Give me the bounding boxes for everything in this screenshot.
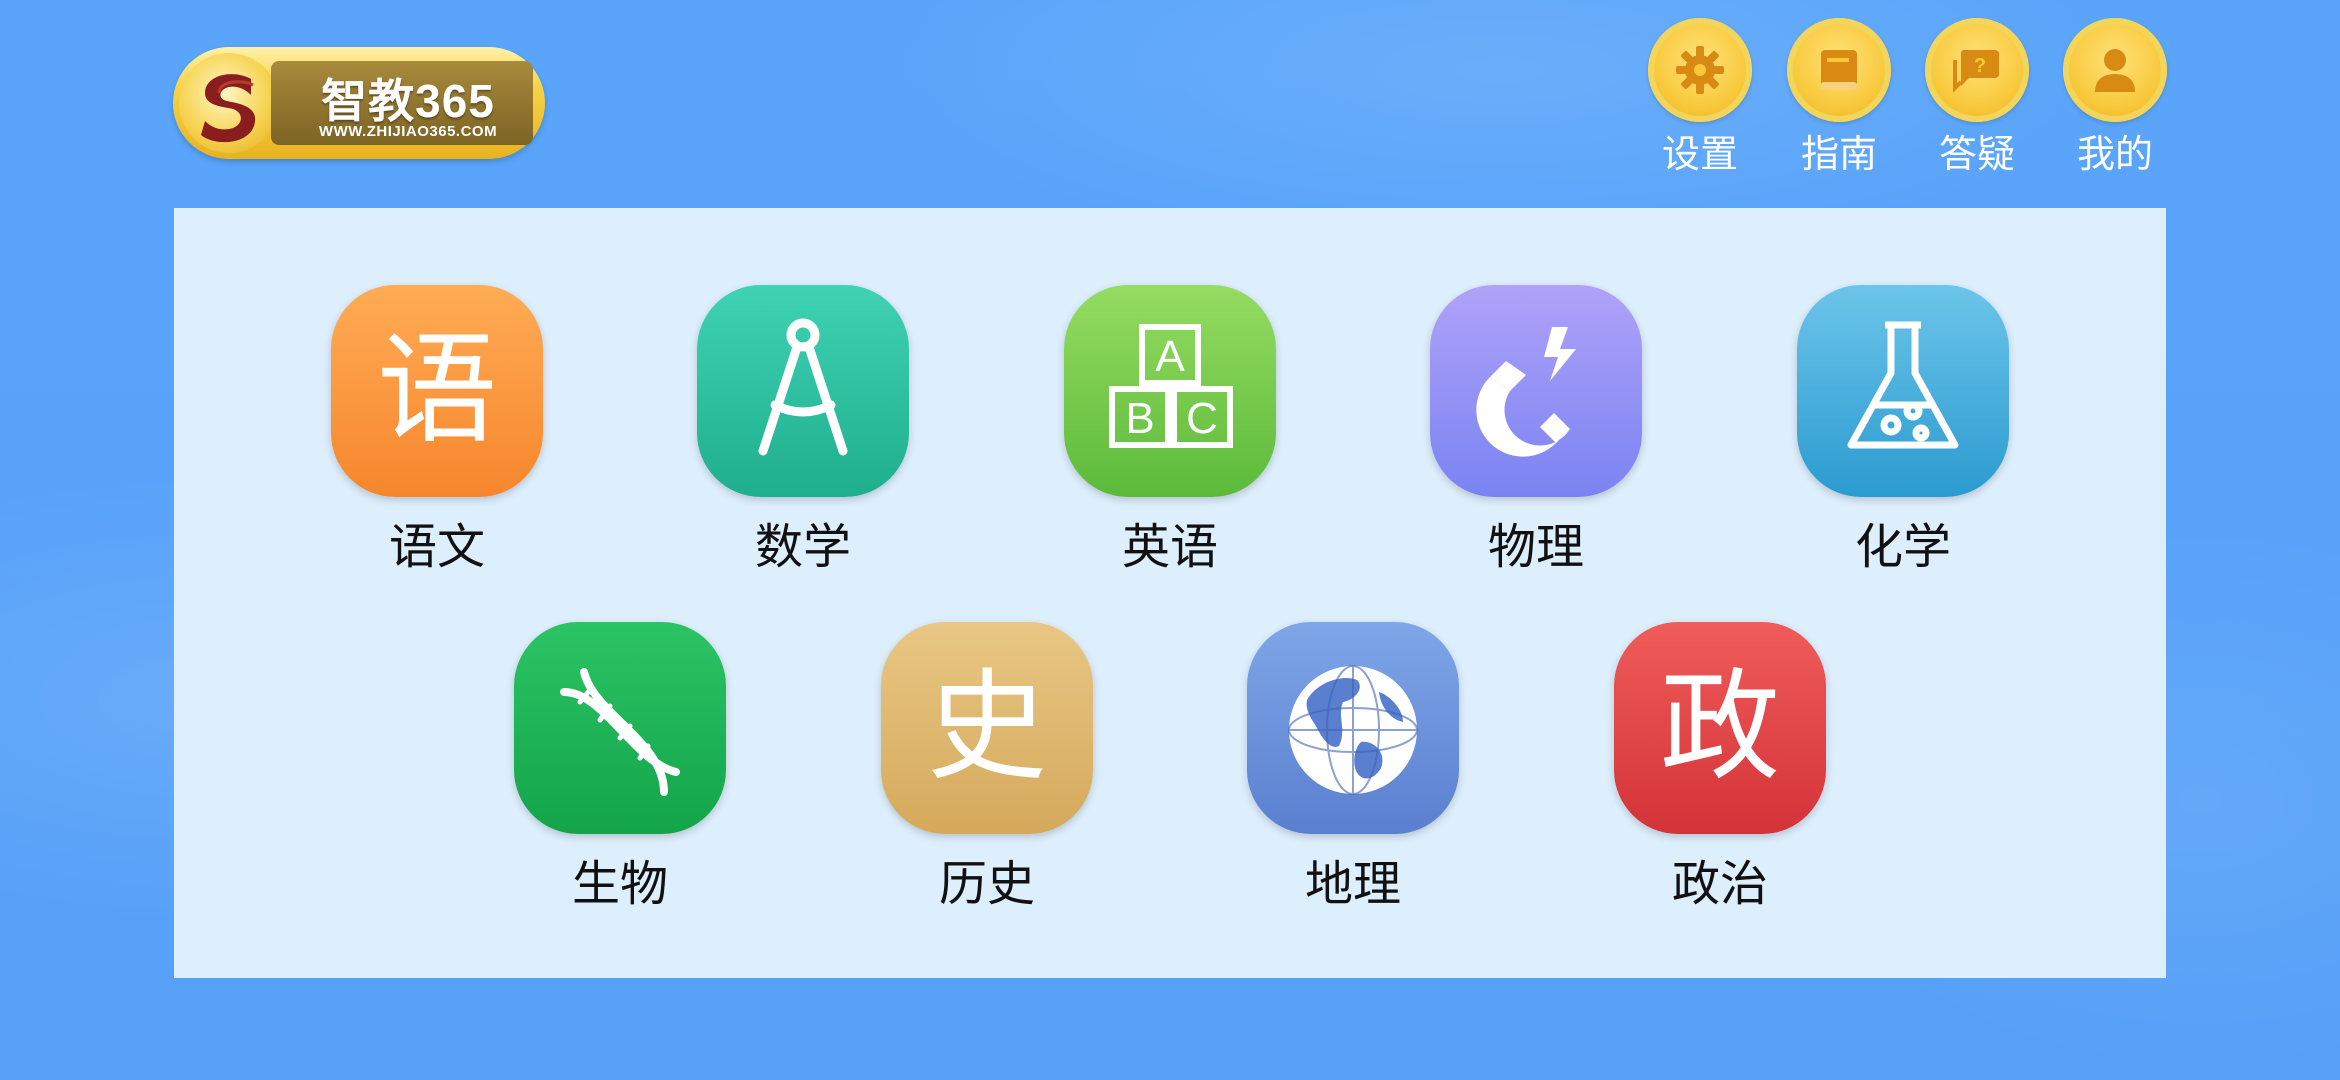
subject-physics[interactable]: 物理	[1426, 285, 1646, 575]
subject-geography[interactable]: 地理	[1243, 622, 1463, 912]
subject-history[interactable]: 史 历史	[877, 622, 1097, 912]
subject-label: 地理	[1304, 856, 1401, 912]
user-icon	[2063, 18, 2167, 122]
subject-biology[interactable]: 生物	[510, 622, 730, 912]
compass-icon	[697, 285, 909, 497]
subject-label: 语文	[388, 519, 485, 575]
logo-emblem-icon	[179, 53, 279, 153]
svg-text:B: B	[1125, 394, 1154, 443]
subject-label: 数学	[754, 519, 851, 575]
subject-label: 物理	[1487, 519, 1584, 575]
abc-blocks-icon: A B C	[1064, 285, 1276, 497]
magnet-icon	[1430, 285, 1642, 497]
profile-label: 我的	[2076, 132, 2153, 176]
subject-label: 化学	[1854, 519, 1951, 575]
question-chat-icon: ?	[1925, 18, 2029, 122]
settings-label: 设置	[1661, 132, 1738, 176]
guide-label: 指南	[1800, 132, 1877, 176]
svg-text:?: ?	[1974, 55, 1986, 77]
svg-text:C: C	[1186, 394, 1218, 443]
subject-label: 生物	[571, 856, 668, 912]
dna-icon	[514, 622, 726, 834]
subject-chinese[interactable]: 语 语文	[327, 285, 547, 575]
gear-icon	[1648, 18, 1752, 122]
subject-label: 英语	[1121, 519, 1218, 575]
flask-icon	[1797, 285, 2009, 497]
qa-label: 答疑	[1938, 132, 2015, 176]
history-char-icon: 史	[881, 622, 1093, 834]
politics-char-icon: 政	[1614, 622, 1826, 834]
profile-button[interactable]: 我的	[2060, 18, 2170, 176]
qa-button[interactable]: ? 答疑	[1922, 18, 2032, 176]
book-icon	[1787, 18, 1891, 122]
chinese-char-icon: 语	[331, 285, 543, 497]
logo-title: 智教365	[321, 75, 495, 127]
subjects-panel: 语 语文 数学 A B C 英语 物理 化学 生物 史 历史 地理 政 政治	[174, 208, 2166, 978]
settings-button[interactable]: 设置	[1645, 18, 1755, 176]
subject-label: 政治	[1671, 856, 1768, 912]
subject-chemistry[interactable]: 化学	[1793, 285, 2013, 575]
subject-math[interactable]: 数学	[693, 285, 913, 575]
subject-label: 历史	[938, 856, 1035, 912]
globe-icon	[1247, 622, 1459, 834]
app-logo: 智教365 WWW.ZHIJIAO365.COM	[173, 47, 545, 159]
logo-subtitle: WWW.ZHIJIAO365.COM	[318, 123, 498, 140]
guide-button[interactable]: 指南	[1784, 18, 1894, 176]
subject-english[interactable]: A B C 英语	[1060, 285, 1280, 575]
subject-politics[interactable]: 政 政治	[1610, 622, 1830, 912]
svg-text:A: A	[1155, 332, 1185, 381]
